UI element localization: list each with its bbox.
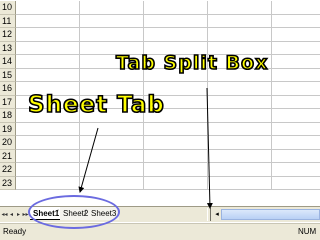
next-sheet-button[interactable]: ▸ bbox=[15, 210, 22, 220]
sheet-tab-highlight-ellipse bbox=[28, 195, 120, 229]
scroll-left-arrow-icon[interactable]: ◂ bbox=[213, 208, 221, 221]
tab-split-box-callout: Tab Split Box bbox=[115, 51, 269, 75]
row-header[interactable]: 12 bbox=[0, 28, 16, 42]
worksheet-row[interactable]: 21 bbox=[0, 149, 320, 163]
first-sheet-button[interactable]: ◂◂ bbox=[1, 210, 8, 220]
row-header[interactable]: 11 bbox=[0, 14, 16, 28]
num-lock-indicator: NUM bbox=[298, 227, 317, 236]
row-header[interactable]: 17 bbox=[0, 95, 16, 109]
worksheet-row[interactable]: 11 bbox=[0, 14, 320, 28]
row-header[interactable]: 19 bbox=[0, 122, 16, 136]
previous-sheet-button[interactable]: ◂ bbox=[8, 210, 15, 220]
row-cells[interactable] bbox=[16, 28, 320, 42]
row-header[interactable]: 10 bbox=[0, 1, 16, 15]
row-cells[interactable] bbox=[16, 163, 320, 177]
row-header[interactable]: 14 bbox=[0, 55, 16, 69]
status-ready-text: Ready bbox=[3, 227, 27, 236]
row-cells[interactable] bbox=[16, 149, 320, 163]
row-header[interactable]: 20 bbox=[0, 136, 16, 150]
sheet-tab-callout: Sheet Tab bbox=[27, 91, 165, 119]
row-cells[interactable] bbox=[16, 176, 320, 190]
worksheet-row[interactable]: 10 bbox=[0, 1, 320, 15]
row-header[interactable]: 23 bbox=[0, 176, 16, 190]
row-header[interactable]: 18 bbox=[0, 109, 16, 123]
row-cells[interactable] bbox=[16, 122, 320, 136]
worksheet-row[interactable]: 19 bbox=[0, 122, 320, 136]
row-header[interactable]: 21 bbox=[0, 149, 16, 163]
row-cells[interactable] bbox=[16, 136, 320, 150]
worksheet-row[interactable]: 23 bbox=[0, 176, 320, 190]
tab-split-box[interactable] bbox=[207, 208, 211, 221]
row-header[interactable]: 16 bbox=[0, 82, 16, 96]
spreadsheet-window: 10 11 12 13 14 15 16 17 18 19 20 21 22 23 ◂◂ ◂ ▸ ▸▸ S… bbox=[0, 0, 320, 240]
row-header[interactable]: 13 bbox=[0, 41, 16, 55]
row-header[interactable]: 15 bbox=[0, 68, 16, 82]
worksheet-row[interactable]: 12 bbox=[0, 28, 320, 42]
row-cells[interactable] bbox=[16, 14, 320, 28]
worksheet-row[interactable]: 22 bbox=[0, 163, 320, 177]
worksheet-row[interactable]: 20 bbox=[0, 136, 320, 150]
row-header[interactable]: 22 bbox=[0, 163, 16, 177]
horizontal-scrollbar[interactable] bbox=[221, 209, 320, 220]
row-cells[interactable] bbox=[16, 1, 320, 15]
